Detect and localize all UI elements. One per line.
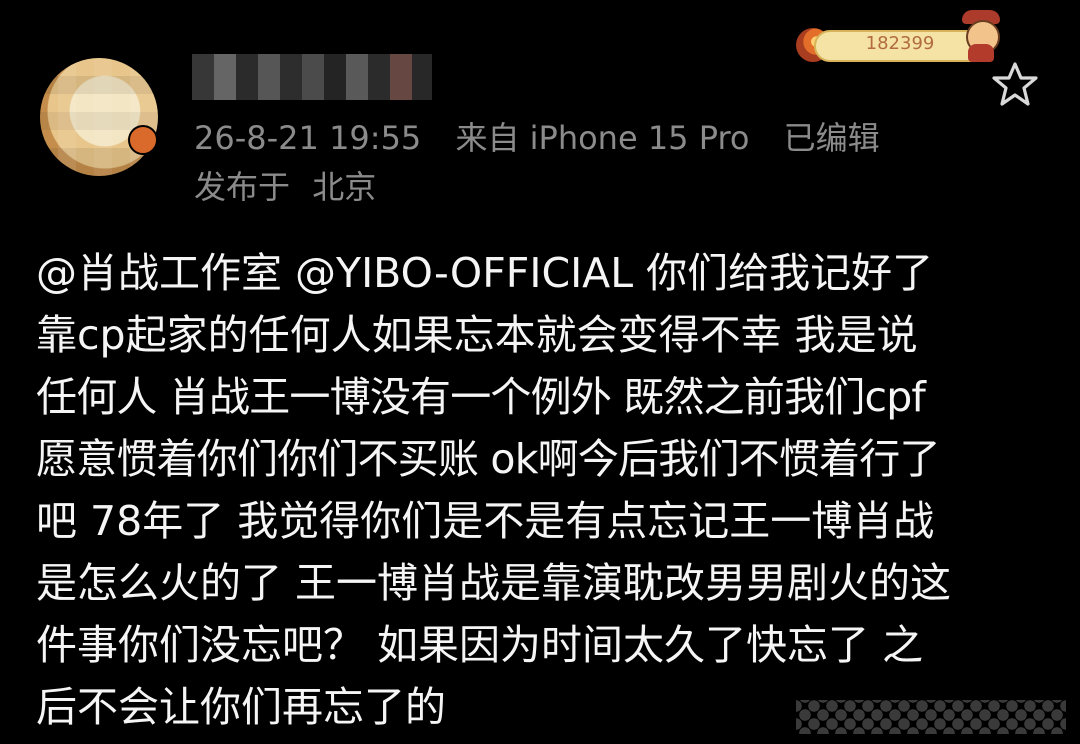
- watermark-blurred: [796, 700, 1066, 734]
- username-blurred[interactable]: [192, 54, 432, 100]
- post-meta: 26-8-21 19:55 来自 iPhone 15 Pro 已编辑: [194, 118, 880, 158]
- fan-badge-number: 182399: [865, 33, 935, 54]
- post-edited: 已编辑: [783, 119, 880, 157]
- location-value: 北京: [312, 168, 377, 206]
- post-content: @肖战工作室 @YIBO-OFFICIAL 你们给我记好了 靠cp起家的任何人如…: [36, 242, 1048, 738]
- post-location: 发布于 北京: [194, 167, 376, 207]
- fan-badge: 182399: [790, 10, 1010, 70]
- post-line-2: 靠cp起家的任何人如果忘本就会变得不幸 我是说: [36, 311, 918, 359]
- fan-badge-character-icon: [958, 10, 1004, 64]
- post-source: 来自 iPhone 15 Pro: [455, 119, 750, 157]
- avatar[interactable]: [40, 58, 158, 176]
- post-line-1: @肖战工作室 @YIBO-OFFICIAL 你们给我记好了: [36, 249, 934, 297]
- post-timestamp: 26-8-21 19:55: [194, 119, 422, 157]
- verified-badge-icon: [128, 125, 158, 155]
- location-label: 发布于: [194, 168, 291, 206]
- post-line-3: 任何人 肖战王一博没有一个例外 既然之前我们cpf: [36, 373, 926, 421]
- post-line-6: 是怎么火的了 王一博肖战是靠演耽改男男剧火的这: [36, 559, 952, 607]
- post-line-5: 吧 78年了 我觉得你们是不是有点忘记王一博肖战: [36, 497, 935, 545]
- post-line-7: 件事你们没忘吧？ 如果因为时间太久了快忘了 之: [36, 621, 924, 669]
- star-icon[interactable]: [990, 60, 1040, 110]
- post-line-4: 愿意惯着你们你们不买账 ok啊今后我们不惯着行了: [36, 435, 940, 483]
